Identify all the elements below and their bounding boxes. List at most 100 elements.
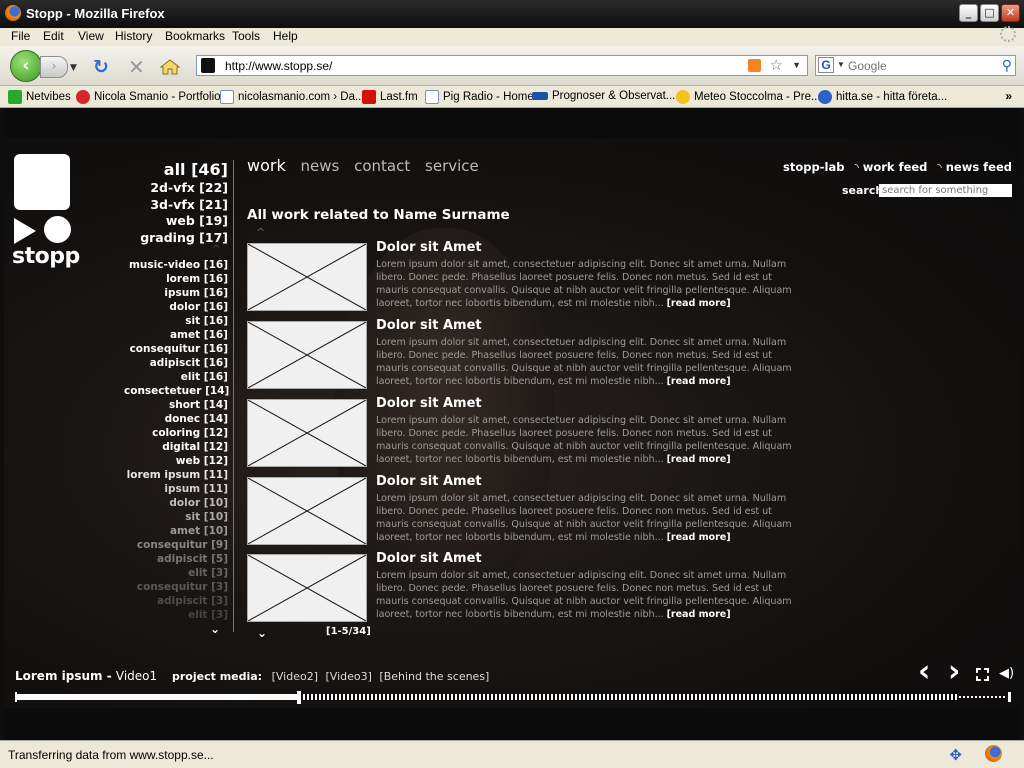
work-thumbnail[interactable] <box>247 243 367 311</box>
bookmark-star-icon[interactable]: ☆ <box>770 56 783 74</box>
tag-item[interactable]: lorem [16] <box>124 272 228 286</box>
work-title[interactable]: Dolor sit Amet <box>376 396 482 411</box>
work-thumbnail[interactable] <box>247 321 367 389</box>
menu-edit[interactable]: Edit <box>43 29 64 43</box>
list-scroll-up-icon[interactable]: ^ <box>256 226 265 239</box>
next-icon[interactable]: › <box>948 654 960 689</box>
bookmark-prognoser[interactable]: Prognoser & Observat... <box>532 90 675 102</box>
browser-search-input[interactable] <box>848 58 993 74</box>
work-thumbnail[interactable] <box>247 399 367 467</box>
work-item[interactable]: Dolor sit Amet Lorem ipsum dolor sit amet… <box>247 318 807 389</box>
close-button[interactable]: ✕ <box>1001 4 1020 22</box>
read-more-link[interactable]: [read more] <box>667 376 731 387</box>
stopp-lab-link[interactable]: stopp-lab <box>783 160 844 174</box>
bookmark-portfolio[interactable]: Nicola Smanio - Portfolio <box>76 90 221 104</box>
fullscreen-icon[interactable] <box>976 668 989 681</box>
tag-item[interactable]: consequitur [9] <box>124 538 228 552</box>
firefox-status-icon[interactable] <box>985 745 1002 762</box>
tag-item[interactable]: ipsum [16] <box>124 286 228 300</box>
read-more-link[interactable]: [read more] <box>667 532 731 543</box>
tag-item[interactable]: web [12] <box>124 454 228 468</box>
work-title[interactable]: Dolor sit Amet <box>376 318 482 333</box>
home-icon[interactable] <box>160 59 180 75</box>
menu-tools[interactable]: Tools <box>232 29 260 43</box>
minimize-button[interactable]: _ <box>959 4 978 22</box>
menu-file[interactable]: File <box>11 29 30 43</box>
read-more-link[interactable]: [read more] <box>667 298 731 309</box>
tag-item[interactable]: sit [10] <box>124 510 228 524</box>
news-feed-link[interactable]: ◝ news feed <box>937 160 1012 174</box>
work-thumbnail[interactable] <box>247 554 367 622</box>
previous-icon[interactable]: ‹ <box>918 654 930 689</box>
tag-item[interactable]: coloring [12] <box>124 426 228 440</box>
site-search-input[interactable] <box>879 184 1012 197</box>
back-button[interactable]: ‹ <box>10 50 42 82</box>
search-icon[interactable]: ⚲ <box>1002 57 1012 74</box>
bookmark-pigradio[interactable]: Pig Radio - Home <box>425 90 534 104</box>
addon-status-icon[interactable]: ✥ <box>949 746 962 764</box>
tag-item[interactable]: ipsum [11] <box>124 482 228 496</box>
tag-item[interactable]: consectetuer [14] <box>124 384 229 398</box>
work-feed-link[interactable]: ◝ work feed <box>854 160 927 174</box>
url-text[interactable]: http://www.stopp.se/ <box>225 59 332 73</box>
tag-item[interactable]: adipiscit [3] <box>124 594 228 608</box>
media-video3[interactable]: [Video3] <box>326 670 372 683</box>
tag-item[interactable]: consequitur [16] <box>124 342 228 356</box>
stop-icon[interactable]: ✕ <box>128 57 145 77</box>
tag-item[interactable]: elit [3] <box>124 608 228 622</box>
work-title[interactable]: Dolor sit Amet <box>376 240 482 255</box>
tag-item[interactable]: amet [16] <box>124 328 228 342</box>
reload-icon[interactable]: ↻ <box>93 58 109 77</box>
tag-item[interactable]: digital [12] <box>124 440 228 454</box>
read-more-link[interactable]: [read more] <box>667 454 731 465</box>
tag-item[interactable]: dolor [16] <box>124 300 228 314</box>
category-2d-vfx[interactable]: 2d-vfx [22] <box>122 180 228 197</box>
work-item[interactable]: Dolor sit Amet Lorem ipsum dolor sit amet… <box>247 551 807 622</box>
tag-item[interactable]: dolor [10] <box>124 496 228 510</box>
video-progress-bar[interactable] <box>15 691 1011 704</box>
url-dropdown-icon[interactable]: ▼ <box>792 60 801 70</box>
menu-bookmarks[interactable]: Bookmarks <box>165 29 225 43</box>
tag-item[interactable]: elit [3] <box>124 566 228 580</box>
tag-item[interactable]: donec [14] <box>124 412 228 426</box>
category-3d-vfx[interactable]: 3d-vfx [21] <box>122 197 228 214</box>
media-video2[interactable]: [Video2] <box>272 670 318 683</box>
menu-help[interactable]: Help <box>273 29 298 43</box>
nav-news[interactable]: news <box>301 157 340 175</box>
progress-handle[interactable] <box>297 691 301 704</box>
rss-icon[interactable] <box>748 59 761 72</box>
tag-item[interactable]: amet [10] <box>124 524 228 538</box>
menu-view[interactable]: View <box>78 29 104 43</box>
work-title[interactable]: Dolor sit Amet <box>376 474 482 489</box>
list-scroll-down-icon[interactable]: ⌄ <box>257 626 267 640</box>
nav-service[interactable]: service <box>425 157 479 175</box>
tags-scroll-down-icon[interactable]: ⌄ <box>210 622 220 636</box>
logo-square[interactable] <box>14 154 70 210</box>
bookmark-lastfm[interactable]: Last.fm <box>362 90 418 104</box>
work-item[interactable]: Dolor sit Amet Lorem ipsum dolor sit amet… <box>247 396 807 467</box>
work-title[interactable]: Dolor sit Amet <box>376 551 482 566</box>
tag-item[interactable]: sit [16] <box>124 314 228 328</box>
volume-icon[interactable]: ◀) <box>999 666 1014 681</box>
category-web[interactable]: web [19] <box>122 213 228 230</box>
menu-history[interactable]: History <box>115 29 152 43</box>
media-behind-the-scenes[interactable]: [Behind the scenes] <box>379 670 489 683</box>
bookmark-meteo[interactable]: Meteo Stoccolma - Pre... <box>676 90 821 104</box>
engine-dropdown-icon[interactable]: ▼ <box>837 60 845 69</box>
history-dropdown-icon[interactable]: ▼ <box>70 63 77 73</box>
work-thumbnail[interactable] <box>247 477 367 545</box>
tag-item[interactable]: elit [16] <box>124 370 228 384</box>
bookmark-hitta[interactable]: hitta.se - hitta företa... <box>818 90 947 104</box>
tag-item[interactable]: music-video [16] <box>124 258 228 272</box>
category-all[interactable]: all [46] <box>122 160 228 180</box>
tag-item[interactable]: lorem ipsum [11] <box>124 468 228 482</box>
maximize-button[interactable]: □ <box>980 4 999 22</box>
tags-scroll-up-icon[interactable]: ^ <box>212 244 220 255</box>
url-bar[interactable]: http://www.stopp.se/ ☆ ▼ <box>196 55 808 76</box>
logo-text[interactable]: stopp <box>12 244 80 269</box>
google-engine-icon[interactable]: G <box>818 57 834 73</box>
tag-item[interactable]: consequitur [3] <box>124 580 228 594</box>
read-more-link[interactable]: [read more] <box>667 609 731 620</box>
nav-work[interactable]: work <box>247 156 286 175</box>
bookmarks-overflow-icon[interactable]: » <box>1005 89 1012 103</box>
